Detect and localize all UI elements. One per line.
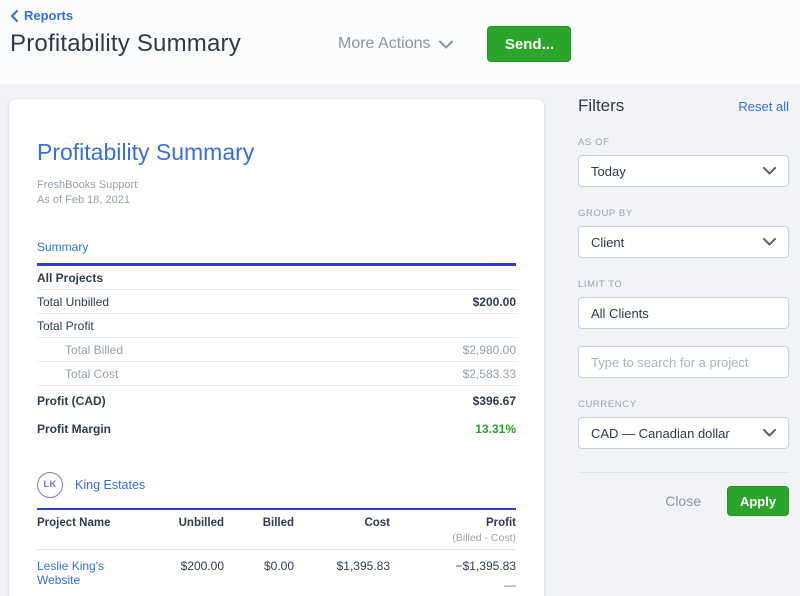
summary-row: Total Unbilled $200.00: [37, 290, 516, 314]
cell-cost: $1,395.83: [298, 559, 390, 592]
col-billed: Billed: [228, 517, 294, 544]
profit-subnote: (Billed - Cost): [394, 532, 516, 544]
as-of-label: AS OF: [578, 137, 789, 148]
col-cost: Cost: [298, 517, 390, 544]
summary-row: Total Cost $2,583.33: [37, 362, 516, 386]
report-as-of: As of Feb 18, 2021: [37, 194, 516, 206]
send-button[interactable]: Send...: [487, 26, 571, 62]
cell-unbilled: $200.00: [136, 559, 224, 592]
client-name-link[interactable]: King Estates: [75, 478, 145, 492]
more-actions-button[interactable]: More Actions: [338, 35, 453, 53]
table-row: Leslie King's Website $200.00 $0.00 $1,3…: [37, 550, 516, 596]
summary-row: Profit Margin 13.31%: [37, 414, 516, 442]
currency-value: CAD — Canadian dollar: [591, 426, 730, 441]
limit-to-label: LIMIT TO: [578, 279, 789, 290]
chevron-down-icon: [763, 429, 776, 437]
report-company: FreshBooks Support: [37, 179, 516, 191]
col-profit-label: Profit: [486, 517, 516, 529]
cell-billed: $0.00: [228, 559, 294, 592]
all-clients-input[interactable]: [578, 297, 789, 329]
summary-section-link[interactable]: Summary: [37, 240, 88, 254]
summary-row-label: Total Billed: [37, 343, 123, 357]
summary-row-value: $2,583.33: [463, 367, 516, 381]
back-link[interactable]: Reports: [10, 8, 73, 23]
summary-row-value: $200.00: [473, 295, 516, 309]
client-header: LK King Estates: [37, 472, 516, 498]
project-table: Project Name Unbilled Billed Cost Profit…: [37, 510, 516, 596]
group-by-select[interactable]: Client: [578, 226, 789, 258]
profit-margin-dash: —: [394, 578, 516, 592]
back-chevron-icon: [10, 10, 19, 22]
summary-row-label: Total Unbilled: [37, 295, 109, 309]
summary-row-label: Total Profit: [37, 319, 94, 333]
back-link-label: Reports: [24, 8, 73, 23]
currency-select[interactable]: CAD — Canadian dollar: [578, 417, 789, 449]
project-search-input[interactable]: [578, 346, 789, 378]
apply-button[interactable]: Apply: [727, 486, 789, 516]
more-actions-label: More Actions: [338, 35, 430, 53]
filters-divider: [578, 472, 789, 473]
filters-title: Filters: [578, 96, 624, 116]
summary-row-label: Total Cost: [37, 367, 118, 381]
reset-all-link[interactable]: Reset all: [738, 99, 789, 114]
chevron-down-icon: [439, 40, 453, 49]
filters-actions: Close Apply: [578, 486, 789, 516]
project-table-header: Project Name Unbilled Billed Cost Profit…: [37, 510, 516, 550]
summary-group-label: All Projects: [37, 271, 103, 285]
summary-group-row: All Projects: [37, 266, 516, 290]
summary-row: Profit (CAD) $396.67: [37, 386, 516, 414]
currency-label: CURRENCY: [578, 399, 789, 410]
cell-profit: −$1,395.83 —: [394, 559, 516, 592]
group-by-value: Client: [591, 235, 624, 250]
project-link[interactable]: Leslie King's Website: [37, 559, 104, 587]
col-unbilled: Unbilled: [136, 517, 224, 544]
chevron-down-icon: [763, 167, 776, 175]
group-by-label: GROUP BY: [578, 208, 789, 219]
summary-row-label: Profit (CAD): [37, 394, 106, 408]
chevron-down-icon: [763, 238, 776, 246]
summary-row-label: Profit Margin: [37, 422, 111, 436]
filters-panel: Filters Reset all AS OF Today GROUP BY C…: [578, 96, 789, 516]
summary-row-value: $2,980.00: [463, 343, 516, 357]
summary-row-value: $396.67: [473, 394, 516, 408]
report-card: Profitability Summary FreshBooks Support…: [8, 98, 545, 596]
report-title: Profitability Summary: [37, 139, 516, 166]
summary-row: Total Profit: [37, 314, 516, 338]
summary-table: All Projects Total Unbilled $200.00 Tota…: [37, 266, 516, 442]
summary-row: Total Billed $2,980.00: [37, 338, 516, 362]
header-actions: More Actions Send...: [338, 26, 571, 62]
client-avatar: LK: [37, 472, 63, 498]
as-of-select[interactable]: Today: [578, 155, 789, 187]
col-project-name: Project Name: [37, 517, 132, 544]
summary-row-value: 13.31%: [475, 422, 516, 436]
close-button[interactable]: Close: [665, 493, 701, 509]
filters-header: Filters Reset all: [578, 96, 789, 116]
top-header: Reports Profitability Summary More Actio…: [10, 8, 790, 84]
as-of-value: Today: [591, 164, 626, 179]
col-profit: Profit (Billed - Cost): [394, 517, 516, 544]
